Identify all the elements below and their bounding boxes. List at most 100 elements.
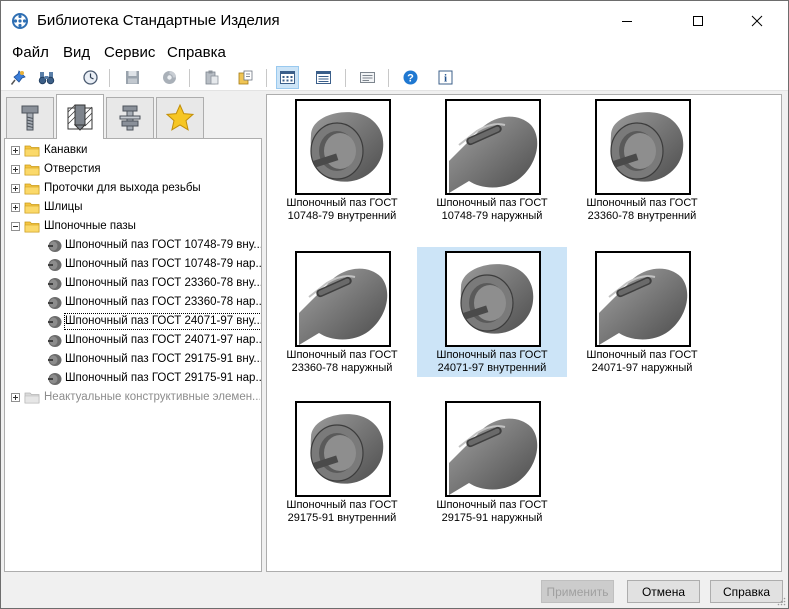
gallery-label-line: 29175-91 внутренний (287, 512, 397, 524)
list-view-icon (316, 71, 331, 84)
disc-button[interactable] (158, 66, 181, 89)
paste-button[interactable] (234, 66, 257, 89)
tree-item-label: Шпоночный паз ГОСТ 24071-97 нар... (65, 334, 261, 346)
maximize-icon (693, 16, 703, 26)
tree-folder-item[interactable]: Шлицы (5, 198, 261, 217)
clipboard-icon (205, 70, 219, 85)
svg-text:i: i (444, 73, 447, 85)
category-tabs (4, 94, 262, 139)
expand-icon[interactable] (11, 184, 20, 193)
part-icon (48, 373, 62, 385)
tree-part-item[interactable]: Шпоночный паз ГОСТ 29175-91 вну... (5, 350, 261, 369)
gallery-label-line: Шпоночный паз ГОСТ (436, 349, 548, 361)
tree-part-item[interactable]: Шпоночный паз ГОСТ 24071-97 нар... (5, 331, 261, 350)
star-icon (165, 103, 195, 131)
gallery-item[interactable]: Шпоночный паз ГОСТ 24071-97 наружный (567, 247, 717, 377)
disc-icon (163, 71, 176, 84)
minimize-button[interactable] (604, 1, 650, 41)
expand-icon[interactable] (11, 165, 20, 174)
tree-item-label: Шпоночный паз ГОСТ 10748-79 вну... (65, 239, 261, 251)
part-icon (48, 240, 62, 252)
gallery-item-label: Шпоночный паз ГОСТ 23360-78 наружный (267, 349, 417, 375)
tree-part-item[interactable]: Шпоночный паз ГОСТ 10748-79 нар... (5, 255, 261, 274)
menu-view[interactable]: Вид (62, 44, 91, 62)
gallery-item[interactable]: Шпоночный паз ГОСТ 29175-91 внутренний (267, 397, 417, 527)
clock-button[interactable] (79, 66, 102, 89)
tree-folder-item[interactable]: Канавки (5, 141, 261, 160)
clipboard-button[interactable] (200, 66, 223, 89)
tree-part-item[interactable]: Шпоночный паз ГОСТ 10748-79 вну... (5, 236, 261, 255)
gallery-item[interactable]: Шпоночный паз ГОСТ 10748-79 наружный (417, 95, 567, 225)
tree-part-item[interactable]: Шпоночный паз ГОСТ 24071-97 вну... (5, 312, 261, 331)
gallery-label-line: Шпоночный паз ГОСТ (586, 349, 698, 361)
details-view-icon (360, 72, 375, 83)
tree-part-item[interactable]: Шпоночный паз ГОСТ 29175-91 нар... (5, 369, 261, 388)
maximize-button[interactable] (675, 1, 721, 41)
gallery-item[interactable]: Шпоночный паз ГОСТ 24071-97 внутренний (417, 247, 567, 377)
help-button[interactable]: ? (399, 66, 422, 89)
list-view-button[interactable] (312, 66, 335, 89)
save-button[interactable] (121, 66, 144, 89)
gallery-label-line: 24071-97 наружный (591, 362, 693, 374)
menu-help[interactable]: Справка (166, 44, 227, 62)
large-icons-view-button[interactable] (276, 66, 299, 89)
menu-bar: Файл Вид Сервис Справка (1, 41, 788, 65)
left-panel: Канавки Отверстия Проточки для выхода резь… (4, 94, 262, 572)
tree-item-label: Шлицы (44, 201, 83, 213)
gallery-label-line: 29175-91 наружный (441, 512, 543, 524)
internal-keyway-thumbnail-icon (610, 112, 684, 182)
external-keyway-thumbnail-icon (299, 268, 388, 345)
tree-folder-item[interactable]: Отверстия (5, 160, 261, 179)
cancel-button[interactable]: Отмена (627, 580, 700, 603)
tree-item-label: Проточки для выхода резьбы (44, 182, 201, 194)
resize-grip-icon[interactable] (776, 596, 786, 606)
tree-item-label: Канавки (44, 144, 88, 156)
tree-folder-item[interactable]: Шпоночные пазы (5, 217, 261, 236)
apply-button[interactable]: Применить (541, 580, 614, 603)
drill-hole-tab[interactable] (56, 94, 104, 139)
fastener-tab[interactable] (106, 97, 154, 138)
part-icon (48, 297, 62, 309)
tree-folder-item[interactable]: Проточки для выхода резьбы (5, 179, 261, 198)
gallery-thumbnail (445, 99, 541, 195)
menu-file[interactable]: Файл (11, 44, 50, 62)
menu-service[interactable]: Сервис (103, 44, 156, 62)
internal-keyway-thumbnail-icon (460, 264, 534, 334)
gallery-label-line: Шпоночный паз ГОСТ (286, 499, 398, 511)
gallery-label-line: Шпоночный паз ГОСТ (436, 197, 548, 209)
gallery-panel: Шпоночный паз ГОСТ 10748-79 внутренний Шпо… (266, 94, 782, 572)
title-bar[interactable]: Библиотека Стандартные Изделия (1, 1, 788, 41)
folder-icon (24, 392, 40, 404)
gallery-item[interactable]: Шпоночный паз ГОСТ 29175-91 наружный (417, 397, 567, 527)
gallery-label-line: Шпоночный паз ГОСТ (286, 349, 398, 361)
tree-folder-item[interactable]: Неактуальные конструктивные элемен... (5, 388, 261, 407)
internal-keyway-thumbnail-icon (310, 414, 384, 484)
tree-item-label: Шпоночный паз ГОСТ 23360-78 нар... (65, 296, 261, 308)
info-button[interactable]: i (434, 66, 457, 89)
gallery-item[interactable]: Шпоночный паз ГОСТ 23360-78 внутренний (567, 95, 717, 225)
part-icon (48, 259, 62, 271)
gallery-item-label: Шпоночный паз ГОСТ 29175-91 наружный (417, 499, 567, 525)
pin-button[interactable] (7, 66, 30, 89)
collapse-icon[interactable] (11, 222, 20, 231)
gallery-item-label: Шпоночный паз ГОСТ 29175-91 внутренний (267, 499, 417, 525)
tree-item-label: Шпоночный паз ГОСТ 29175-91 нар... (65, 372, 261, 384)
gallery-item[interactable]: Шпоночный паз ГОСТ 10748-79 внутренний (267, 95, 417, 225)
binoculars-icon (38, 72, 55, 85)
details-view-button[interactable] (356, 66, 379, 89)
external-keyway-thumbnail-icon (449, 116, 538, 193)
favorites-tab[interactable] (156, 97, 204, 138)
app-icon (12, 13, 28, 29)
tree-part-item[interactable]: Шпоночный паз ГОСТ 23360-78 вну... (5, 274, 261, 293)
bolt-tab[interactable] (6, 97, 54, 138)
close-button[interactable] (734, 1, 780, 41)
binoculars-button[interactable] (35, 66, 58, 89)
gallery-thumbnail (295, 99, 391, 195)
help-dialog-button[interactable]: Справка (710, 580, 783, 603)
gallery-thumbnail (295, 401, 391, 497)
expand-icon[interactable] (11, 393, 20, 402)
tree-part-item[interactable]: Шпоночный паз ГОСТ 23360-78 нар... (5, 293, 261, 312)
expand-icon[interactable] (11, 146, 20, 155)
expand-icon[interactable] (11, 203, 20, 212)
gallery-item[interactable]: Шпоночный паз ГОСТ 23360-78 наружный (267, 247, 417, 377)
